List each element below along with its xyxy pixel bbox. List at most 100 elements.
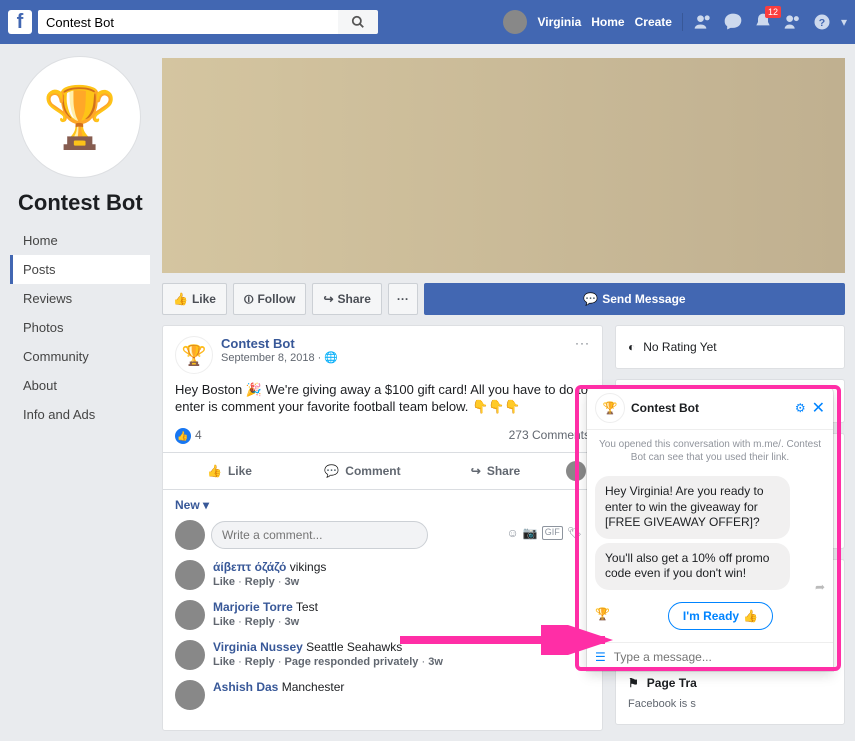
- comment-row: Ashish Das Manchester: [175, 680, 590, 710]
- chat-input[interactable]: [612, 649, 825, 665]
- facebook-logo[interactable]: f: [8, 10, 32, 34]
- comment-row: Virginia Nussey Seattle SeahawksLike · R…: [175, 640, 590, 670]
- rss-icon: ⏼: [244, 292, 254, 307]
- chat-notice: You opened this conversation with m.me/.…: [595, 438, 825, 464]
- comment-meta: Like · Reply · Page responded privately …: [213, 656, 443, 668]
- nav-photos[interactable]: Photos: [10, 313, 150, 342]
- page-actions: 👍 Like ⏼Follow ↪ Share ··· 💬Send Message: [162, 283, 845, 315]
- emoji-icon[interactable]: ☺: [507, 526, 519, 540]
- chat-body: You opened this conversation with m.me/.…: [587, 430, 833, 642]
- post-share-action[interactable]: ↪Share: [429, 453, 562, 489]
- nav-info-ads[interactable]: Info and Ads: [10, 400, 150, 429]
- search-input[interactable]: [38, 10, 338, 34]
- nav-posts[interactable]: Posts: [10, 255, 150, 284]
- comment-avatar[interactable]: [175, 560, 205, 590]
- more-button[interactable]: ···: [388, 283, 418, 315]
- quick-reply-button[interactable]: I'm Ready 👍: [668, 602, 773, 630]
- post-comment-action[interactable]: 💬Comment: [296, 453, 429, 489]
- user-avatar[interactable]: [503, 10, 527, 34]
- comment-count[interactable]: 273 Comments: [509, 428, 590, 445]
- chat-message-2: You'll also get a 10% off promo code eve…: [595, 543, 790, 590]
- camera-icon[interactable]: 📷: [523, 526, 538, 540]
- comment-meta: Like · Reply · 3w: [213, 576, 326, 588]
- create-link[interactable]: Create: [635, 15, 672, 29]
- notifications-icon[interactable]: 12: [753, 12, 773, 32]
- thumb-outline-icon: 👍: [207, 464, 222, 478]
- post-author[interactable]: Contest Bot: [221, 336, 338, 351]
- like-count-text: 4: [195, 428, 202, 442]
- comment-filter[interactable]: New ▾: [175, 498, 590, 512]
- chat-avatar: 🏆: [595, 393, 625, 423]
- chevron-down-icon[interactable]: ▾: [841, 15, 847, 29]
- rating-card: ◐ No Rating Yet: [615, 325, 845, 369]
- messenger-icon[interactable]: [723, 12, 743, 32]
- share-button[interactable]: ↪ Share: [312, 283, 381, 315]
- page-title: Contest Bot: [18, 190, 150, 216]
- nav-about[interactable]: About: [10, 371, 150, 400]
- flag-icon: ⚑: [628, 676, 639, 690]
- chat-header: 🏆 Contest Bot ⚙ ✕: [587, 387, 833, 430]
- like-label: Like: [192, 292, 216, 306]
- help-icon[interactable]: ?: [813, 13, 831, 31]
- comment-author[interactable]: άίβεπτ όζάζό: [213, 560, 286, 574]
- speedometer-icon: ◐: [628, 340, 635, 354]
- page-nav: Home Posts Reviews Photos Community Abou…: [10, 226, 150, 429]
- cover-photo[interactable]: [162, 58, 845, 273]
- gear-icon[interactable]: ⚙: [795, 401, 806, 415]
- comment-text: vikings: [286, 560, 326, 574]
- user-name-link[interactable]: Virginia: [537, 15, 581, 29]
- comment-text: Test: [293, 600, 318, 614]
- follow-label: Follow: [257, 292, 295, 306]
- like-button[interactable]: 👍 Like: [162, 283, 227, 315]
- chat-page-icon: 🏆: [595, 607, 610, 621]
- about-fb-showing: Facebook is s: [628, 694, 832, 714]
- page-profile-pic[interactable]: 🏆: [19, 56, 141, 178]
- forward-icon[interactable]: ➦: [815, 580, 825, 594]
- pagetra-text: Page Tra: [647, 676, 697, 690]
- share-label: Share: [338, 292, 371, 306]
- sticker-icon[interactable]: 🏷: [567, 526, 582, 540]
- menu-icon[interactable]: ☰: [595, 650, 606, 664]
- chat-title[interactable]: Contest Bot: [631, 401, 789, 415]
- comment-avatar[interactable]: [175, 640, 205, 670]
- svg-text:?: ?: [819, 17, 825, 29]
- comment-avatar[interactable]: [175, 600, 205, 630]
- rating-text: No Rating Yet: [643, 340, 716, 354]
- nav-home[interactable]: Home: [10, 226, 150, 255]
- quick-help-icon[interactable]: [783, 12, 803, 32]
- nav-reviews[interactable]: Reviews: [10, 284, 150, 313]
- left-column: 🏆 Contest Bot Home Posts Reviews Photos …: [10, 44, 150, 741]
- comment-meta: Like · Reply · 3w: [213, 616, 318, 628]
- friend-requests-icon[interactable]: [693, 12, 713, 32]
- comment-text: Manchester: [278, 680, 344, 694]
- gif-icon[interactable]: GIF: [542, 526, 563, 540]
- follow-button[interactable]: ⏼Follow: [233, 283, 307, 315]
- quick-reply-text: I'm Ready: [683, 609, 739, 623]
- comment-author[interactable]: Ashish Das: [213, 680, 278, 694]
- comment-avatar[interactable]: [175, 680, 205, 710]
- close-icon[interactable]: ✕: [812, 398, 825, 418]
- comment-author[interactable]: Marjorie Torre: [213, 600, 293, 614]
- messenger-icon: 💬: [583, 292, 598, 306]
- post-like-action[interactable]: 👍Like: [163, 453, 296, 489]
- chat-message-1: Hey Virginia! Are you ready to enter to …: [595, 476, 790, 539]
- about-transparency[interactable]: ⚑ Page Tra: [628, 672, 832, 694]
- post-menu-icon[interactable]: ···: [575, 336, 590, 374]
- post-comment-label: Comment: [345, 464, 400, 478]
- chat-footer: ☰: [587, 642, 833, 671]
- separator: [682, 13, 683, 31]
- comment-row: άίβεπτ όζάζό vikings Like · Reply · 3w: [175, 560, 590, 590]
- like-count[interactable]: 👍4: [175, 428, 202, 445]
- composer-avatar: [175, 520, 205, 550]
- nav-community[interactable]: Community: [10, 342, 150, 371]
- comment-input[interactable]: [211, 521, 428, 549]
- post-avatar[interactable]: 🏆: [175, 336, 213, 374]
- post-share-label: Share: [487, 464, 520, 478]
- thumb-icon: 👍: [173, 292, 188, 306]
- home-link[interactable]: Home: [591, 15, 624, 29]
- share-icon: ↪: [323, 292, 333, 306]
- search-button[interactable]: [338, 10, 378, 34]
- send-message-button[interactable]: 💬Send Message: [424, 283, 845, 315]
- comment-author[interactable]: Virginia Nussey: [213, 640, 303, 654]
- post-card: 🏆 Contest Bot September 8, 2018 · 🌐 ··· …: [162, 325, 603, 731]
